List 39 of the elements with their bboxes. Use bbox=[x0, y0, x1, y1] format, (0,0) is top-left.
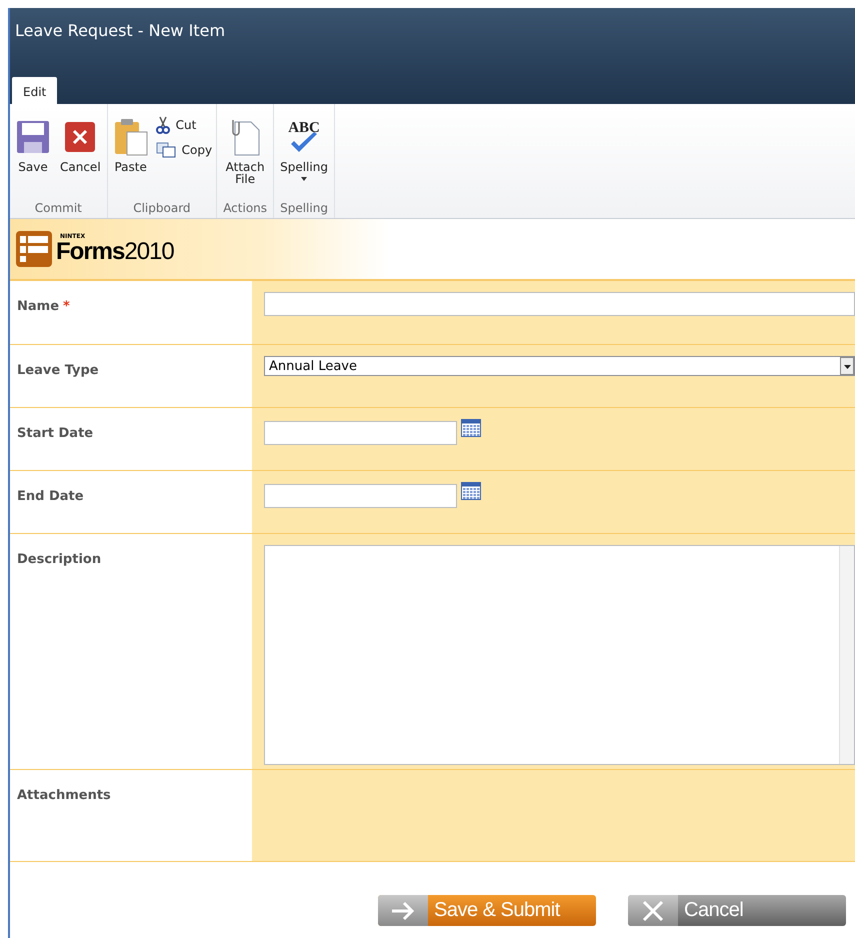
cancel-button[interactable]: Cancel bbox=[628, 895, 846, 926]
scrollbar[interactable] bbox=[839, 546, 854, 764]
field-label: Start Date bbox=[17, 426, 94, 441]
copy-button[interactable]: Copy bbox=[156, 142, 212, 158]
close-icon bbox=[64, 121, 96, 153]
attach-button[interactable]: Attach File bbox=[221, 116, 270, 201]
field-label: Description bbox=[17, 552, 102, 567]
cut-button[interactable]: Cut bbox=[156, 116, 212, 134]
group-label: Spelling bbox=[279, 201, 329, 217]
group-label: Clipboard bbox=[132, 201, 192, 217]
field-label: Attachments bbox=[17, 788, 111, 803]
date-field[interactable] bbox=[264, 484, 457, 508]
copy-icon bbox=[156, 142, 176, 158]
spelling-button[interactable]: ABC Spelling bbox=[278, 116, 330, 201]
product-name: Forms2010 bbox=[56, 240, 174, 264]
window-title: Leave Request - New Item bbox=[14, 20, 226, 40]
clipboard-icon bbox=[114, 118, 148, 156]
abc-label: ABC bbox=[288, 120, 320, 136]
group-label: Commit bbox=[34, 201, 83, 217]
field-label: Leave Type bbox=[17, 363, 99, 378]
calendar-icon[interactable] bbox=[461, 482, 481, 500]
scissors-icon bbox=[156, 116, 170, 134]
arrow-icon bbox=[390, 900, 416, 920]
date-field[interactable] bbox=[264, 421, 457, 445]
check-mark-icon bbox=[289, 132, 320, 154]
required-marker: * bbox=[63, 299, 70, 314]
cancel-button[interactable]: Cancel bbox=[58, 116, 103, 201]
name-field[interactable] bbox=[264, 292, 855, 316]
field-label: Name bbox=[17, 299, 60, 314]
ribbon-tab[interactable]: Edit bbox=[12, 77, 58, 104]
group-label: Actions bbox=[222, 201, 268, 217]
form-logo-icon bbox=[16, 231, 52, 267]
field-label: End Date bbox=[17, 489, 84, 504]
description-field[interactable] bbox=[264, 545, 855, 765]
paste-button[interactable]: Paste bbox=[112, 116, 150, 201]
close-icon bbox=[642, 900, 664, 922]
calendar-icon[interactable] bbox=[461, 419, 481, 437]
leave-type-dropdown[interactable]: Annual Leave bbox=[264, 356, 855, 376]
save-button[interactable]: Save bbox=[14, 116, 52, 201]
